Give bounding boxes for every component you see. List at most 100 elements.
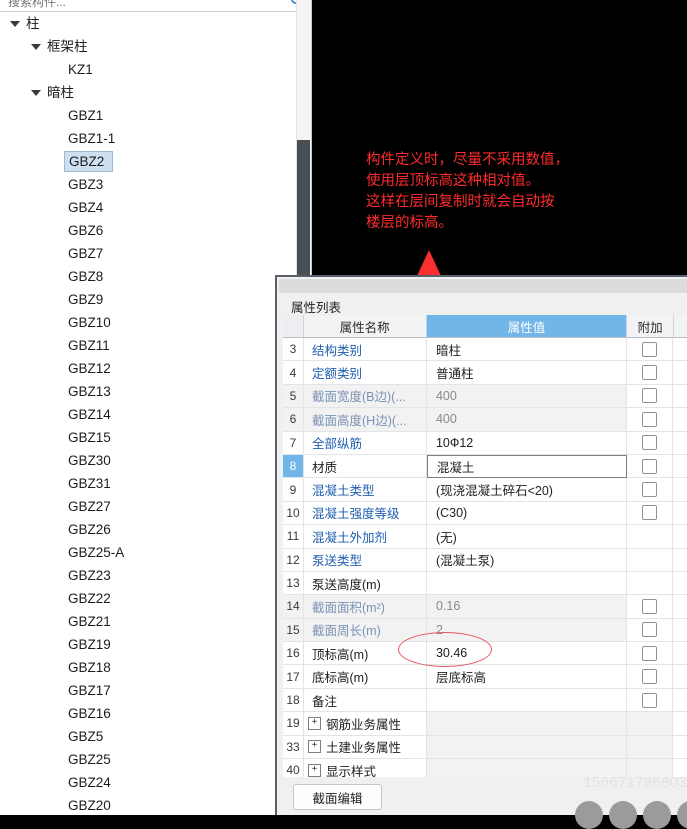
tree-item-gbz19[interactable]: GBZ19 xyxy=(0,633,295,656)
table-row[interactable]: 5 截面宽度(B边)(... 400 xyxy=(283,384,687,409)
component-tree-list[interactable]: 柱框架柱 KZ1 暗柱 GBZ1 GBZ1-1 GBZ2 GBZ3 GBZ4 GBZ6 GBZ7 G… xyxy=(0,12,295,815)
tree-item-gbz15[interactable]: GBZ15 xyxy=(0,426,295,449)
attach-cell[interactable] xyxy=(626,431,674,455)
tree-item-gbz7[interactable]: GBZ7 xyxy=(0,242,295,265)
attach-cell[interactable] xyxy=(626,384,674,409)
tree-item-gbz2[interactable]: GBZ2 xyxy=(0,150,295,173)
table-row[interactable]: 18 备注 xyxy=(283,688,687,713)
attach-cell[interactable] xyxy=(626,642,674,666)
attach-checkbox[interactable] xyxy=(642,388,658,404)
attach-cell[interactable] xyxy=(626,361,674,385)
attach-cell[interactable] xyxy=(626,408,674,432)
tree-item-gbz1[interactable]: GBZ1 xyxy=(0,104,295,127)
property-value-cell[interactable] xyxy=(426,571,627,596)
table-row[interactable]: 10 混凝土强度等级 (C30) xyxy=(283,501,687,526)
property-value-cell[interactable] xyxy=(426,688,627,713)
property-name-cell[interactable]: 泵送类型 xyxy=(304,548,427,572)
table-row[interactable]: 4 定额类别 普通柱 xyxy=(283,361,687,385)
property-name-cell[interactable]: 备注 xyxy=(304,688,427,713)
tree-item-gbz20[interactable]: GBZ20 xyxy=(0,794,295,815)
table-row[interactable]: 33 + 土建业务属性 xyxy=(283,735,687,760)
column-header-attach[interactable]: 附加 xyxy=(627,315,674,338)
tree-item-gbz4[interactable]: GBZ4 xyxy=(0,196,295,219)
tree-item-gbz11[interactable]: GBZ11 xyxy=(0,334,295,357)
table-row[interactable]: 19 + 钢筋业务属性 xyxy=(283,712,687,736)
tree-item-gbz6[interactable]: GBZ6 xyxy=(0,219,295,242)
tree-item-gbz14[interactable]: GBZ14 xyxy=(0,403,295,426)
property-name-cell[interactable]: + 钢筋业务属性 xyxy=(304,712,427,736)
property-name-cell[interactable]: 混凝土类型 xyxy=(304,478,427,502)
attach-cell[interactable] xyxy=(626,454,674,479)
table-row[interactable]: 6 截面高度(H边)(... 400 xyxy=(283,408,687,432)
table-row[interactable]: 15 截面周长(m) 2 xyxy=(283,618,687,643)
attach-checkbox[interactable] xyxy=(642,458,658,474)
tree-item-gbz25[interactable]: GBZ25 xyxy=(0,748,295,771)
property-value-cell[interactable]: 0.16 xyxy=(426,595,627,619)
tree-item-gbz3[interactable]: GBZ3 xyxy=(0,173,295,196)
table-row[interactable]: 9 混凝土类型 (现浇混凝土碎石<20) xyxy=(283,478,687,502)
attach-checkbox[interactable] xyxy=(642,645,658,661)
attach-cell[interactable] xyxy=(626,618,674,643)
attach-checkbox[interactable] xyxy=(642,598,658,614)
expand-icon[interactable]: + xyxy=(308,716,322,730)
property-name-cell[interactable]: 截面面积(m²) xyxy=(304,595,427,619)
property-value-cell[interactable]: 暗柱 xyxy=(426,338,627,362)
property-value-cell[interactable]: 2 xyxy=(426,618,627,643)
property-value-cell[interactable]: 400 xyxy=(426,408,627,432)
tree-item-gbz1-1[interactable]: GBZ1-1 xyxy=(0,127,295,150)
attach-checkbox[interactable] xyxy=(642,692,658,708)
attach-checkbox[interactable] xyxy=(642,341,658,357)
attach-checkbox[interactable] xyxy=(642,365,658,381)
property-name-cell[interactable]: 顶标高(m) xyxy=(304,642,427,666)
table-row[interactable]: 8 材质 混凝土 xyxy=(283,454,687,479)
panel-titlebar[interactable] xyxy=(279,279,687,293)
property-value-cell[interactable]: 10Ф12 xyxy=(426,431,627,455)
tree-item-gbz13[interactable]: GBZ13 xyxy=(0,380,295,403)
attach-checkbox[interactable] xyxy=(642,411,658,427)
property-name-cell[interactable]: 结构类别 xyxy=(304,338,427,362)
tree-item-gbz18[interactable]: GBZ18 xyxy=(0,656,295,679)
property-value-cell[interactable]: 30.46 xyxy=(426,642,627,666)
tree-item-gbz21[interactable]: GBZ21 xyxy=(0,610,295,633)
property-value-cell[interactable]: 层底标高 xyxy=(426,665,627,689)
tree-item-gbz23[interactable]: GBZ23 xyxy=(0,564,295,587)
property-name-cell[interactable]: 定额类别 xyxy=(304,361,427,385)
caret-down-icon[interactable] xyxy=(31,90,41,96)
attach-checkbox[interactable] xyxy=(642,435,658,451)
attach-cell[interactable] xyxy=(626,712,674,736)
property-value-cell[interactable]: 普通柱 xyxy=(426,361,627,385)
table-row[interactable]: 14 截面面积(m²) 0.16 xyxy=(283,595,687,619)
property-name-cell[interactable]: 截面高度(H边)(... xyxy=(304,408,427,432)
caret-down-icon[interactable] xyxy=(31,44,41,50)
tree-item-暗柱[interactable]: 暗柱 xyxy=(0,81,295,104)
property-value-cell[interactable]: 400 xyxy=(426,384,627,409)
tree-item-gbz16[interactable]: GBZ16 xyxy=(0,702,295,725)
section-edit-button[interactable]: 截面编辑 xyxy=(293,784,382,810)
expand-icon[interactable]: + xyxy=(308,740,322,754)
attach-cell[interactable] xyxy=(626,478,674,502)
table-row[interactable]: 11 混凝土外加剂 (无) xyxy=(283,525,687,549)
property-name-cell[interactable]: 全部纵筋 xyxy=(304,431,427,455)
table-row[interactable]: 7 全部纵筋 10Ф12 xyxy=(283,431,687,455)
attach-cell[interactable] xyxy=(626,571,674,596)
attach-checkbox[interactable] xyxy=(642,669,658,685)
table-row[interactable]: 16 顶标高(m) 30.46 xyxy=(283,642,687,666)
table-row[interactable]: 12 泵送类型 (混凝土泵) xyxy=(283,548,687,572)
property-name-cell[interactable]: 泵送高度(m) xyxy=(304,571,427,596)
attach-cell[interactable] xyxy=(626,688,674,713)
tree-item-gbz10[interactable]: GBZ10 xyxy=(0,311,295,334)
property-value-cell[interactable]: (混凝土泵) xyxy=(426,548,627,572)
attach-checkbox[interactable] xyxy=(642,505,658,521)
table-row[interactable]: 3 结构类别 暗柱 xyxy=(283,338,687,362)
caret-down-icon[interactable] xyxy=(10,21,20,27)
tree-item-gbz26[interactable]: GBZ26 xyxy=(0,518,295,541)
table-row[interactable]: 17 底标高(m) 层底标高 xyxy=(283,665,687,689)
property-name-cell[interactable]: 截面周长(m) xyxy=(304,618,427,643)
property-name-cell[interactable]: 混凝土强度等级 xyxy=(304,501,427,526)
attach-checkbox[interactable] xyxy=(642,622,658,638)
attach-cell[interactable] xyxy=(626,525,674,549)
attach-cell[interactable] xyxy=(626,595,674,619)
column-header-value[interactable]: 属性值 xyxy=(426,315,628,338)
attach-checkbox[interactable] xyxy=(642,482,658,498)
property-value-cell[interactable] xyxy=(426,735,627,760)
